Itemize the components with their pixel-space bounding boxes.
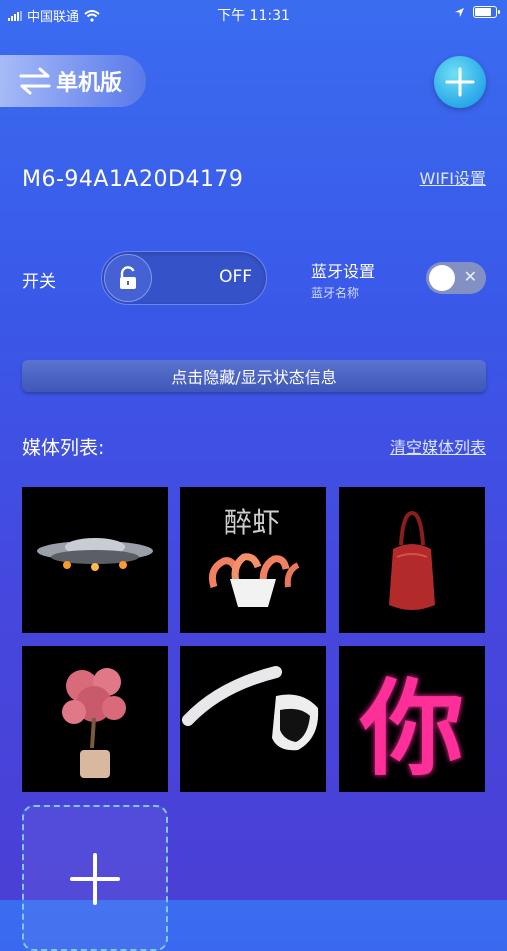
toggle-knob <box>104 254 152 302</box>
media-tile-neon-character[interactable]: 你 <box>339 646 485 792</box>
unlock-icon <box>120 266 136 289</box>
swap-arrows-icon <box>19 67 51 95</box>
bluetooth-toggle-knob <box>429 265 455 291</box>
toggle-status-info-button[interactable]: 点击隐藏/显示状态信息 <box>22 360 486 392</box>
clear-media-list-link[interactable]: 清空媒体列表 <box>390 434 486 458</box>
mode-switch-button[interactable]: 单机版 <box>0 55 146 107</box>
media-tile-handbag[interactable] <box>339 487 485 633</box>
status-right <box>454 6 500 18</box>
location-arrow-icon <box>455 7 464 17</box>
shrimp-caption: 醉虾 <box>224 506 281 539</box>
handbag-image <box>389 510 435 610</box>
battery-fill <box>475 8 491 16</box>
add-media-button[interactable] <box>22 805 168 951</box>
bluetooth-settings-title: 蓝牙设置 <box>311 262 376 281</box>
power-label: 开关 <box>22 272 56 292</box>
plus-icon <box>445 67 475 97</box>
add-device-button[interactable] <box>434 56 486 108</box>
battery-icon <box>473 6 500 18</box>
neon-character-caption: 你 <box>359 667 464 790</box>
clock: 下午 11:31 <box>217 8 290 24</box>
media-tile-tree[interactable] <box>22 646 168 792</box>
plus-icon <box>70 853 120 905</box>
vr-headset-image <box>182 666 319 751</box>
ufo-image <box>37 538 153 571</box>
wifi-settings-link[interactable]: WIFI设置 <box>420 165 486 189</box>
bluetooth-name-label: 蓝牙名称 <box>311 286 360 300</box>
media-tile-ufo[interactable] <box>22 487 168 633</box>
media-list-title: 媒体列表: <box>22 437 105 459</box>
bonsai-tree-image <box>62 668 126 778</box>
close-icon: ✕ <box>463 267 477 286</box>
power-toggle[interactable]: OFF <box>101 251 267 305</box>
media-tile-vr-headset[interactable] <box>180 646 326 792</box>
device-name: M6-94A1A20D4179 <box>22 167 244 192</box>
power-state: OFF <box>219 267 252 287</box>
bluetooth-toggle[interactable]: ✕ <box>426 262 486 294</box>
media-tile-shrimp[interactable]: 醉虾 <box>180 487 326 633</box>
status-bar: 中国联通 下午 11:31 <box>0 0 507 28</box>
mode-label: 单机版 <box>56 71 123 96</box>
